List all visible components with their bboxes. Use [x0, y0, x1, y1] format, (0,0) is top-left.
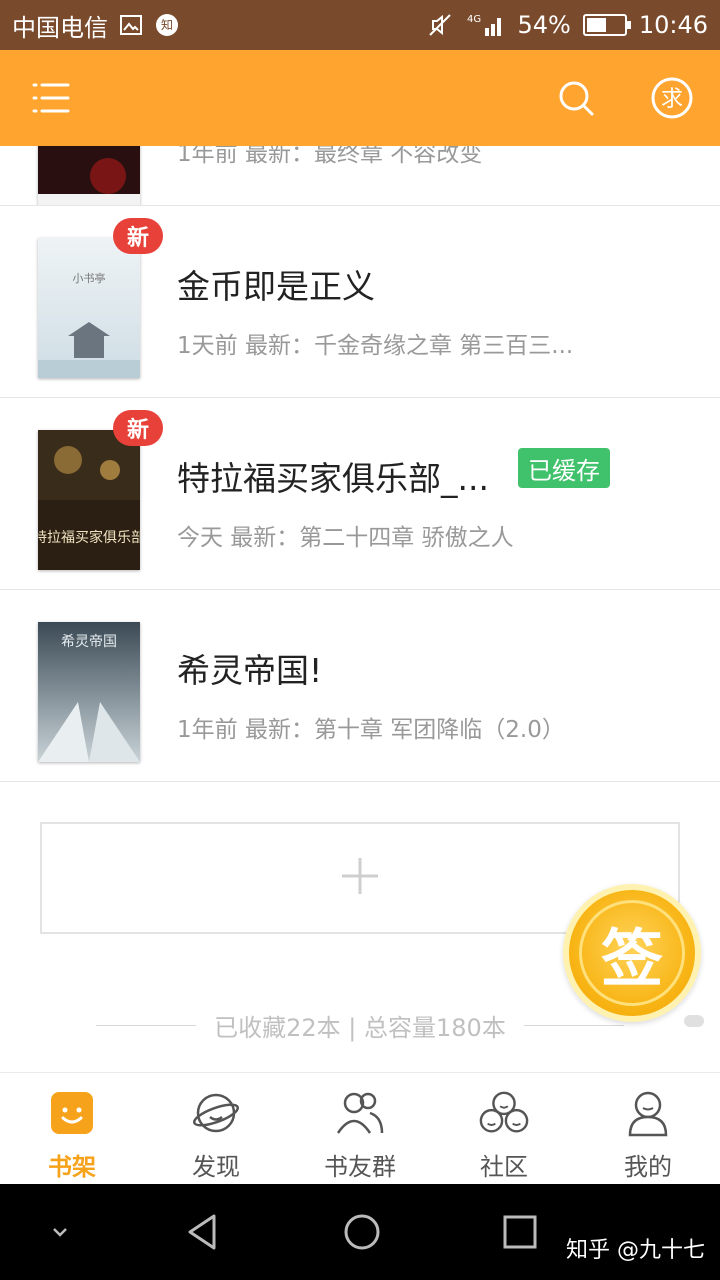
menu-icon[interactable] [26, 74, 74, 122]
tab-discover[interactable]: 发现 [144, 1073, 288, 1184]
profile-icon [622, 1087, 674, 1139]
tab-label: 社区 [480, 1153, 528, 1181]
signal-icon: 4G [465, 12, 505, 38]
divider [523, 1024, 624, 1026]
discover-icon [190, 1087, 242, 1139]
book-cover: 特拉福买家俱乐部 [38, 430, 140, 570]
sign-in-button[interactable]: 签 [563, 884, 701, 1022]
carrier-label: 中国电信 [12, 13, 108, 42]
watermark: 知乎 @九十七 [566, 1238, 705, 1263]
new-badge: 新 [113, 218, 163, 254]
tab-book-friends[interactable]: 书友群 [288, 1073, 432, 1184]
book-row[interactable]: 小书亭 新 金币即是正义 1天前 最新：千金奇缘之章 第三百三... [0, 206, 720, 398]
tab-label: 发现 [192, 1153, 240, 1181]
clock: 10:46 [638, 11, 708, 39]
book-list: 1年前 最新：最终章 不容改变 小书亭 新 金币即是正义 1天前 最新：千金奇缘… [0, 146, 720, 782]
image-icon [118, 12, 144, 38]
app-header: 求 [0, 50, 720, 146]
cached-tag: 已缓存 [518, 448, 610, 488]
tab-profile[interactable]: 我的 [576, 1073, 720, 1184]
book-cover: 小书亭 [38, 238, 140, 378]
community-icon [478, 1087, 530, 1139]
request-icon[interactable]: 求 [648, 74, 696, 122]
tab-bookshelf[interactable]: 书架 [0, 1073, 144, 1184]
book-title: 希灵帝国! [177, 651, 323, 690]
home-icon[interactable] [338, 1208, 386, 1256]
bookshelf-icon [46, 1087, 98, 1139]
book-row[interactable]: 希灵帝国 希灵帝国! 1年前 最新：第十章 军团降临（2.0） [0, 590, 720, 782]
sign-in-dismiss[interactable] [684, 1015, 704, 1027]
svg-text:求: 求 [661, 87, 683, 112]
status-bar: 中国电信 知 4G 54% 10:46 [0, 0, 720, 50]
book-meta: 1天前 最新：千金奇缘之章 第三百三... [177, 333, 574, 359]
divider [96, 1024, 197, 1026]
tab-community[interactable]: 社区 [432, 1073, 576, 1184]
cover-text: 特拉福买家俱乐部 [38, 529, 140, 546]
battery-fill [586, 18, 606, 32]
book-title: 特拉福买家俱乐部_... [177, 459, 489, 498]
book-meta: 1年前 最新：最终章 不容改变 [177, 146, 483, 167]
svg-text:知: 知 [161, 18, 173, 32]
mute-icon [427, 12, 453, 38]
book-meta: 1年前 最新：第十章 军团降临（2.0） [177, 717, 565, 743]
new-badge: 新 [113, 410, 163, 446]
sign-in-label: 签 [579, 900, 685, 1006]
search-icon[interactable] [552, 74, 600, 122]
book-friends-icon [334, 1087, 386, 1139]
tab-label: 我的 [624, 1153, 672, 1181]
tab-label: 书友群 [324, 1153, 396, 1181]
down-icon[interactable] [36, 1208, 84, 1256]
book-meta: 今天 最新：第二十四章 骄傲之人 [177, 525, 514, 551]
recents-icon[interactable] [496, 1208, 544, 1256]
book-cover: 希灵帝国 [38, 622, 140, 762]
tab-label: 书架 [48, 1153, 96, 1181]
book-row[interactable]: 1年前 最新：最终章 不容改变 [0, 146, 720, 206]
battery-icon [582, 14, 631, 36]
cover-text: 小书亭 [73, 271, 106, 285]
shelf-summary-text: 已收藏22本 | 总容量180本 [214, 1013, 506, 1042]
book-row[interactable]: 特拉福买家俱乐部 新 特拉福买家俱乐部_... 已缓存 今天 最新：第二十四章 … [0, 398, 720, 590]
plus-icon [340, 856, 380, 900]
bottom-tab-bar: 书架 发现 书友群 社区 我的 [0, 1072, 720, 1184]
book-cover [38, 146, 140, 205]
back-icon[interactable] [178, 1208, 226, 1256]
battery-percent: 54% [517, 11, 571, 39]
zhihu-icon: 知 [154, 12, 180, 38]
cover-text: 希灵帝国 [61, 634, 117, 650]
network-label: 4G [467, 14, 481, 25]
book-title: 金币即是正义 [177, 267, 375, 306]
